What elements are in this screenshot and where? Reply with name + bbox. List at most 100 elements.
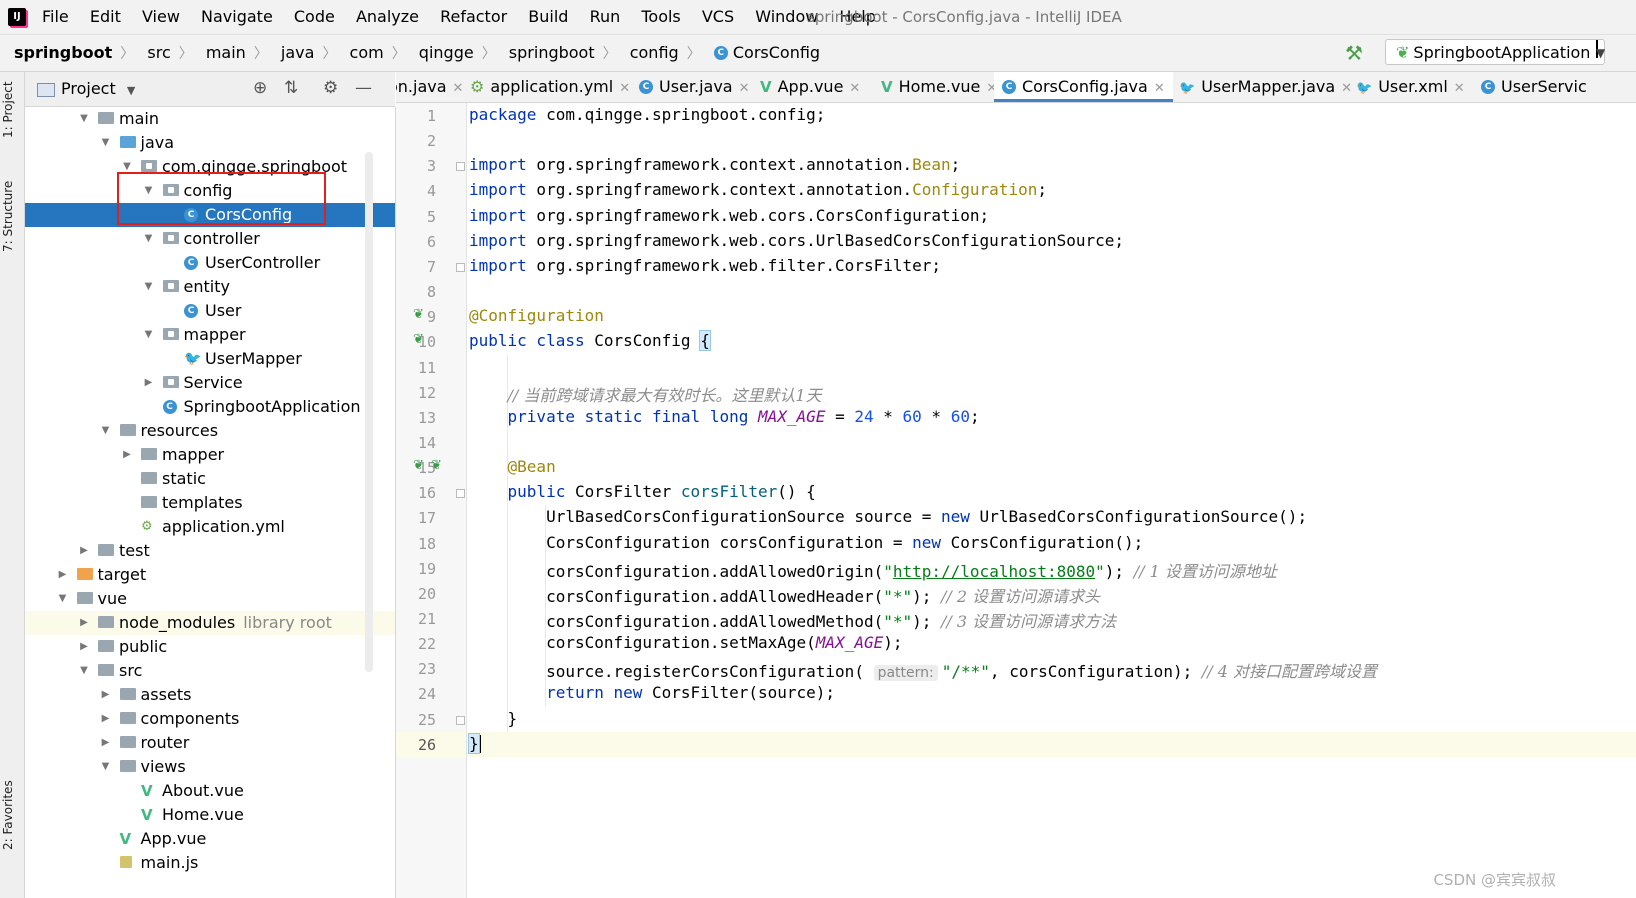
tree-item[interactable]: 🐦 UserMapper: [25, 347, 395, 371]
build-hammer-icon[interactable]: ⚒: [1345, 41, 1363, 65]
editor-tab[interactable]: V App.vue ✕: [752, 72, 868, 102]
gear-icon[interactable]: ⚙: [323, 78, 338, 98]
locate-target-icon[interactable]: ⊕: [253, 78, 267, 98]
chevron-right-icon[interactable]: ▶: [100, 683, 112, 707]
chevron-down-icon[interactable]: ▼: [78, 107, 90, 131]
tree-item[interactable]: ▶ test: [25, 539, 395, 563]
chevron-down-icon[interactable]: ▼: [100, 755, 112, 779]
fold-marker-icon[interactable]: [456, 162, 465, 172]
spring-bean-icon[interactable]: ❦: [413, 332, 424, 347]
breadcrumb-item[interactable]: main: [206, 43, 246, 62]
spring-bean-icon[interactable]: ❦: [431, 458, 442, 473]
chevron-right-icon[interactable]: ▶: [57, 563, 69, 587]
tree-item[interactable]: main.js: [25, 851, 395, 875]
breadcrumb-item[interactable]: CorsConfig: [733, 43, 820, 62]
tree-item[interactable]: ▶ assets: [25, 683, 395, 707]
menu-build[interactable]: Build: [528, 7, 568, 26]
chevron-right-icon[interactable]: ▶: [78, 611, 90, 635]
collapse-all-icon[interactable]: ⇅: [284, 78, 298, 98]
menu-run[interactable]: Run: [590, 7, 621, 26]
menu-tools[interactable]: Tools: [641, 7, 680, 26]
tree-item[interactable]: ▼ views: [25, 755, 395, 779]
chevron-down-icon[interactable]: ▼: [143, 227, 155, 251]
breadcrumb-item[interactable]: src: [147, 43, 170, 62]
fold-marker-icon[interactable]: [456, 715, 465, 725]
tree-item[interactable]: V App.vue: [25, 827, 395, 851]
tool-window-project[interactable]: 1: Project: [1, 81, 15, 138]
tree-item[interactable]: ⚙ application.yml: [25, 515, 395, 539]
breadcrumb-item[interactable]: java: [281, 43, 315, 62]
breadcrumb-item[interactable]: springboot: [14, 43, 112, 62]
fold-marker-icon[interactable]: [456, 262, 465, 272]
spring-bean-icon[interactable]: ❦: [413, 307, 424, 322]
close-icon[interactable]: ✕: [849, 81, 860, 96]
tree-item[interactable]: ▼ resources: [25, 419, 395, 443]
tree-item[interactable]: ▼ src: [25, 659, 395, 683]
breadcrumb-item[interactable]: com: [350, 43, 384, 62]
editor-tab[interactable]: on.java✕: [396, 72, 471, 102]
editor-tab[interactable]: 🐦 User.xml ✕: [1348, 72, 1473, 102]
menu-edit[interactable]: Edit: [90, 7, 121, 26]
editor-tab[interactable]: V Home.vue ✕: [873, 72, 1005, 102]
tree-item[interactable]: templates: [25, 491, 395, 515]
chevron-right-icon[interactable]: ▶: [78, 635, 90, 659]
breadcrumb-item[interactable]: config: [630, 43, 679, 62]
chevron-down-icon[interactable]: ▼: [143, 323, 155, 347]
editor-tab[interactable]: C User.java ✕: [631, 72, 758, 102]
chevron-right-icon[interactable]: ▶: [143, 371, 155, 395]
tree-item[interactable]: ▶ node_modules library root: [25, 611, 395, 635]
editor-tab[interactable]: 🐦 UserMapper.java ✕: [1171, 72, 1360, 102]
menu-code[interactable]: Code: [294, 7, 335, 26]
close-icon[interactable]: ✕: [619, 81, 630, 96]
tree-item[interactable]: ▶ Service: [25, 371, 395, 395]
tree-item[interactable]: ▼ main: [25, 107, 395, 131]
fold-marker-icon[interactable]: [456, 489, 465, 499]
tree-item[interactable]: C UserController: [25, 251, 395, 275]
menu-refactor[interactable]: Refactor: [440, 7, 507, 26]
editor-tab[interactable]: C CorsConfig.java ✕: [994, 72, 1173, 102]
close-icon[interactable]: ✕: [1154, 81, 1165, 96]
tree-item[interactable]: ▶ mapper: [25, 443, 395, 467]
chevron-right-icon[interactable]: ▶: [100, 707, 112, 731]
tree-item[interactable]: ▼ java: [25, 131, 395, 155]
chevron-down-icon[interactable]: ▼: [78, 659, 90, 683]
menu-vcs[interactable]: VCS: [702, 7, 734, 26]
tree-item[interactable]: ▶ target: [25, 563, 395, 587]
tree-item[interactable]: C User: [25, 299, 395, 323]
tree-item[interactable]: ▼ mapper: [25, 323, 395, 347]
tool-window-favorites[interactable]: 2: Favorites: [1, 780, 15, 850]
tree-item[interactable]: static: [25, 467, 395, 491]
tree-item[interactable]: V Home.vue: [25, 803, 395, 827]
run-configuration-select[interactable]: ❦ SpringbootApplication ▼: [1385, 39, 1605, 65]
code-editor[interactable]: package com.qingge.springboot.config; imp…: [467, 103, 1636, 898]
tree-item[interactable]: C SpringbootApplication: [25, 395, 395, 419]
chevron-down-icon[interactable]: ▼: [57, 587, 69, 611]
menu-view[interactable]: View: [142, 7, 180, 26]
editor-tab[interactable]: ⚙ application.yml ✕: [462, 72, 638, 102]
breadcrumb-item[interactable]: qingge: [419, 43, 474, 62]
chevron-down-icon[interactable]: ▼: [100, 419, 112, 443]
tool-window-structure[interactable]: 7: Structure: [1, 181, 15, 252]
chevron-right-icon[interactable]: ▶: [121, 443, 133, 467]
menu-file[interactable]: File: [42, 7, 69, 26]
project-view-selector[interactable]: Project ▼: [37, 79, 135, 98]
breadcrumb-item[interactable]: springboot: [509, 43, 595, 62]
spring-bean-icon[interactable]: ❦: [413, 458, 424, 473]
chevron-right-icon[interactable]: ▶: [100, 731, 112, 755]
tree-item[interactable]: ▶ public: [25, 635, 395, 659]
chevron-right-icon[interactable]: ▶: [78, 539, 90, 563]
tree-item[interactable]: ▶ router: [25, 731, 395, 755]
chevron-down-icon[interactable]: ▼: [143, 275, 155, 299]
tree-scrollbar[interactable]: [365, 152, 373, 672]
tree-item[interactable]: V About.vue: [25, 779, 395, 803]
close-icon[interactable]: ✕: [1454, 81, 1465, 96]
editor-tab[interactable]: C UserServic: [1473, 72, 1595, 102]
tree-item[interactable]: ▼ entity: [25, 275, 395, 299]
close-icon[interactable]: ✕: [739, 81, 750, 96]
chevron-down-icon[interactable]: ▼: [100, 131, 112, 155]
tree-item[interactable]: ▼ vue: [25, 587, 395, 611]
menu-analyze[interactable]: Analyze: [356, 7, 419, 26]
tree-item[interactable]: ▼ controller: [25, 227, 395, 251]
hide-panel-icon[interactable]: —: [355, 78, 372, 98]
tree-item[interactable]: ▶ components: [25, 707, 395, 731]
